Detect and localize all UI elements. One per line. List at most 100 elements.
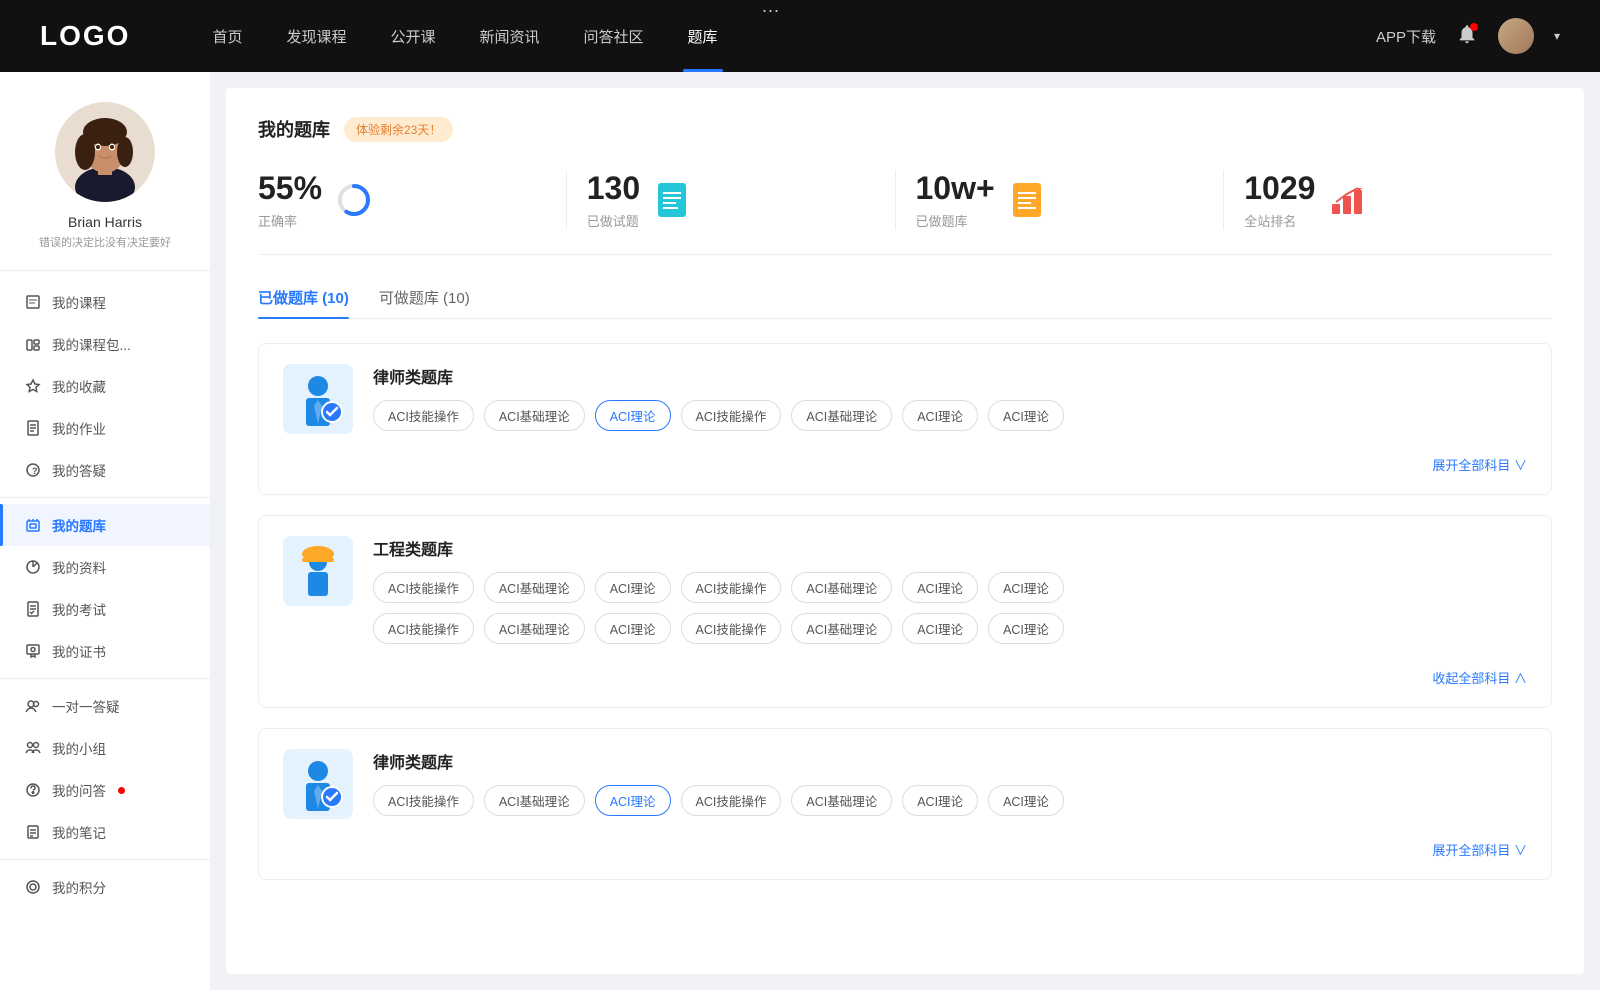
bank-tag-2-r2-0[interactable]: ACI技能操作 — [373, 613, 474, 644]
stats-row: 55% 正确率 130 已做试题 — [258, 170, 1552, 255]
bank-tag-1-1[interactable]: ACI基础理论 — [484, 400, 585, 431]
user-motto: 错误的决定比没有决定要好 — [39, 234, 171, 250]
sidebar-divider-2 — [0, 678, 210, 679]
bank-expand-1[interactable]: 展开全部科目 ∨ — [283, 455, 1527, 474]
bank-collapse-2[interactable]: 收起全部科目 ∧ — [283, 668, 1527, 687]
bank-title-3: 律师类题库 — [373, 749, 1527, 773]
tab-available[interactable]: 可做题库 (10) — [379, 287, 470, 318]
bank-tag-2-6[interactable]: ACI理论 — [988, 572, 1064, 603]
bank-tag-2-1[interactable]: ACI基础理论 — [484, 572, 585, 603]
sidebar-label-question: 我的问答 — [52, 780, 106, 800]
tab-done[interactable]: 已做题库 (10) — [258, 287, 349, 318]
user-name: Brian Harris — [68, 214, 142, 230]
sidebar-item-mydata[interactable]: 我的资料 — [0, 546, 210, 588]
bank-expand-3[interactable]: 展开全部科目 ∨ — [283, 840, 1527, 859]
bank-tag-2-r2-2[interactable]: ACI理论 — [595, 613, 671, 644]
bank-tag-1-3[interactable]: ACI技能操作 — [681, 400, 782, 431]
bank-tag-2-3[interactable]: ACI技能操作 — [681, 572, 782, 603]
avatar[interactable] — [1498, 18, 1534, 54]
bank-tag-3-5[interactable]: ACI理论 — [902, 785, 978, 816]
bank-header-1: 律师类题库 ACI技能操作 ACI基础理论 ACI理论 ACI技能操作 ACI基… — [283, 364, 1527, 441]
bank-tag-2-5[interactable]: ACI理论 — [902, 572, 978, 603]
app-download-button[interactable]: APP下载 — [1376, 26, 1436, 47]
stat-banks: 10w+ 已做题库 — [896, 170, 1225, 230]
sidebar-item-myqa[interactable]: ? 我的答疑 — [0, 449, 210, 491]
nav-news[interactable]: 新闻资讯 — [458, 0, 562, 72]
bank-title-2: 工程类题库 — [373, 536, 1527, 560]
bank-tag-3-2[interactable]: ACI理论 — [595, 785, 671, 816]
stat-questions: 130 已做试题 — [567, 170, 896, 230]
sidebar-item-homework[interactable]: 我的作业 — [0, 407, 210, 449]
data-icon — [24, 558, 42, 576]
sidebar-item-package[interactable]: 我的课程包... — [0, 323, 210, 365]
bank-tag-2-4[interactable]: ACI基础理论 — [791, 572, 892, 603]
notification-bell[interactable] — [1456, 23, 1478, 50]
nav-more[interactable]: ··· — [740, 0, 802, 72]
sidebar-label-mydata: 我的资料 — [52, 557, 106, 577]
sidebar-label-cert: 我的证书 — [52, 641, 106, 661]
nav-bank[interactable]: 题库 — [666, 0, 740, 72]
bank-tag-2-2[interactable]: ACI理论 — [595, 572, 671, 603]
questions-icon — [654, 182, 690, 218]
exam-icon — [24, 600, 42, 618]
rank-icon — [1329, 182, 1365, 218]
sidebar-item-cert[interactable]: 我的证书 — [0, 630, 210, 672]
user-avatar — [55, 102, 155, 202]
navbar: LOGO 首页 发现课程 公开课 新闻资讯 问答社区 题库 ··· APP下载 … — [0, 0, 1600, 72]
sidebar-item-points[interactable]: 我的积分 — [0, 866, 210, 908]
sidebar-item-group[interactable]: 我的小组 — [0, 727, 210, 769]
layout: Brian Harris 错误的决定比没有决定要好 我的课程 我的课程包... — [0, 72, 1600, 990]
bank-tag-1-6[interactable]: ACI理论 — [988, 400, 1064, 431]
stat-rank-label: 全站排名 — [1244, 211, 1315, 230]
bank-tag-2-r2-6[interactable]: ACI理论 — [988, 613, 1064, 644]
bank-tags-3: ACI技能操作 ACI基础理论 ACI理论 ACI技能操作 ACI基础理论 AC… — [373, 785, 1527, 816]
cert-icon — [24, 642, 42, 660]
bank-icon-engineer — [283, 536, 353, 606]
package-icon — [24, 335, 42, 353]
sidebar-label-bank: 我的题库 — [52, 515, 106, 535]
sidebar-item-exam[interactable]: 我的考试 — [0, 588, 210, 630]
bank-tag-1-2[interactable]: ACI理论 — [595, 400, 671, 431]
sidebar-profile: Brian Harris 错误的决定比没有决定要好 — [0, 102, 210, 271]
stat-accuracy: 55% 正确率 — [258, 170, 567, 230]
group-icon — [24, 739, 42, 757]
bank-tag-1-0[interactable]: ACI技能操作 — [373, 400, 474, 431]
star-icon — [24, 377, 42, 395]
accuracy-icon — [336, 182, 372, 218]
nav-qa[interactable]: 问答社区 — [562, 0, 666, 72]
sidebar-item-note[interactable]: 我的笔记 — [0, 811, 210, 853]
sidebar-item-bank[interactable]: 我的题库 — [0, 504, 210, 546]
sidebar-item-favorites[interactable]: 我的收藏 — [0, 365, 210, 407]
nav-open-course[interactable]: 公开课 — [368, 0, 457, 72]
sidebar-label-oneone: 一对一答疑 — [52, 696, 120, 716]
bank-section-3: 律师类题库 ACI技能操作 ACI基础理论 ACI理论 ACI技能操作 ACI基… — [258, 728, 1552, 880]
bank-tag-3-6[interactable]: ACI理论 — [988, 785, 1064, 816]
bank-tag-3-3[interactable]: ACI技能操作 — [681, 785, 782, 816]
bank-tag-2-r2-5[interactable]: ACI理论 — [902, 613, 978, 644]
sidebar-label-exam: 我的考试 — [52, 599, 106, 619]
bank-tag-1-5[interactable]: ACI理论 — [902, 400, 978, 431]
sidebar-divider-1 — [0, 497, 210, 498]
bank-tag-3-0[interactable]: ACI技能操作 — [373, 785, 474, 816]
course-icon — [24, 293, 42, 311]
homework-icon — [24, 419, 42, 437]
sidebar-item-question[interactable]: 我的问答 — [0, 769, 210, 811]
bank-tag-3-4[interactable]: ACI基础理论 — [791, 785, 892, 816]
sidebar-item-oneone[interactable]: 一对一答疑 — [0, 685, 210, 727]
bank-tag-2-r2-3[interactable]: ACI技能操作 — [681, 613, 782, 644]
account-chevron[interactable]: ▾ — [1554, 29, 1560, 43]
myqa-icon: ? — [24, 461, 42, 479]
avatar-image — [1498, 18, 1534, 54]
bank-tag-2-r2-1[interactable]: ACI基础理论 — [484, 613, 585, 644]
bank-tag-3-1[interactable]: ACI基础理论 — [484, 785, 585, 816]
sidebar-label-points: 我的积分 — [52, 877, 106, 897]
sidebar-item-course[interactable]: 我的课程 — [0, 281, 210, 323]
bank-tag-2-0[interactable]: ACI技能操作 — [373, 572, 474, 603]
nav-discover[interactable]: 发现课程 — [264, 0, 368, 72]
stat-rank-number: 1029 — [1244, 170, 1315, 207]
sidebar: Brian Harris 错误的决定比没有决定要好 我的课程 我的课程包... — [0, 72, 210, 990]
nav-home[interactable]: 首页 — [190, 0, 264, 72]
bank-icon-lawyer-3 — [283, 749, 353, 819]
bank-tag-1-4[interactable]: ACI基础理论 — [791, 400, 892, 431]
bank-tag-2-r2-4[interactable]: ACI基础理论 — [791, 613, 892, 644]
